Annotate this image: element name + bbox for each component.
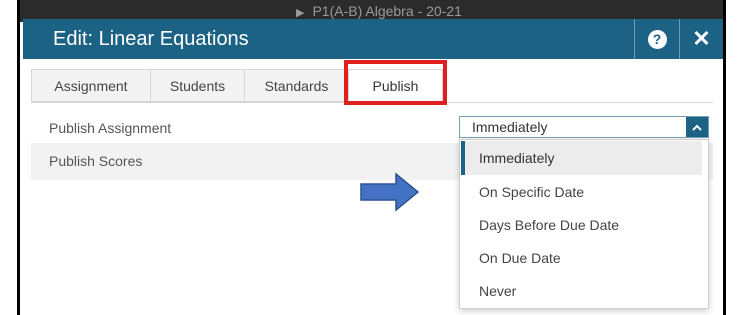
dialog-title: Edit: Linear Equations [53,28,249,50]
option-on-specific-date[interactable]: On Specific Date [461,175,702,209]
dialog-header: Edit: Linear Equations ? ✕ [23,19,723,59]
publish-scores-label: Publish Scores [49,153,143,169]
tab-standards-label: Standards [264,78,329,94]
background-title-text: P1(A-B) Algebra - 20-21 [312,3,462,19]
option-on-due-date[interactable]: On Due Date [461,241,702,275]
tab-standards[interactable]: Standards [244,69,349,102]
close-button[interactable]: ✕ [679,19,723,59]
tab-assignment-label: Assignment [54,78,128,94]
publish-options-dropdown: Immediately On Specific Date Days Before… [459,139,709,309]
tab-students[interactable]: Students [150,69,245,102]
option-immediately[interactable]: Immediately [461,141,702,175]
publish-assignment-label: Publish Assignment [49,120,172,136]
play-icon: ▶ [296,7,305,19]
tab-assignment[interactable]: Assignment [31,69,151,102]
publish-select-value: Immediately [472,119,548,135]
publish-assignment-select[interactable]: Immediately [459,116,709,138]
background-left-edge [0,0,20,315]
option-days-before-due-date[interactable]: Days Before Due Date [461,208,702,242]
help-button[interactable]: ? [634,19,679,59]
option-never[interactable]: Never [461,274,702,308]
tab-students-label: Students [169,78,226,94]
publish-tab-highlight-box [344,60,447,105]
edit-dialog: Edit: Linear Equations ? ✕ Assignment St… [23,19,723,315]
question-circle-icon: ? [647,29,667,49]
close-icon: ✕ [692,26,711,51]
chevron-up-icon[interactable] [686,117,708,137]
background-right-edge [723,0,741,315]
right-arrow-icon [360,172,420,212]
